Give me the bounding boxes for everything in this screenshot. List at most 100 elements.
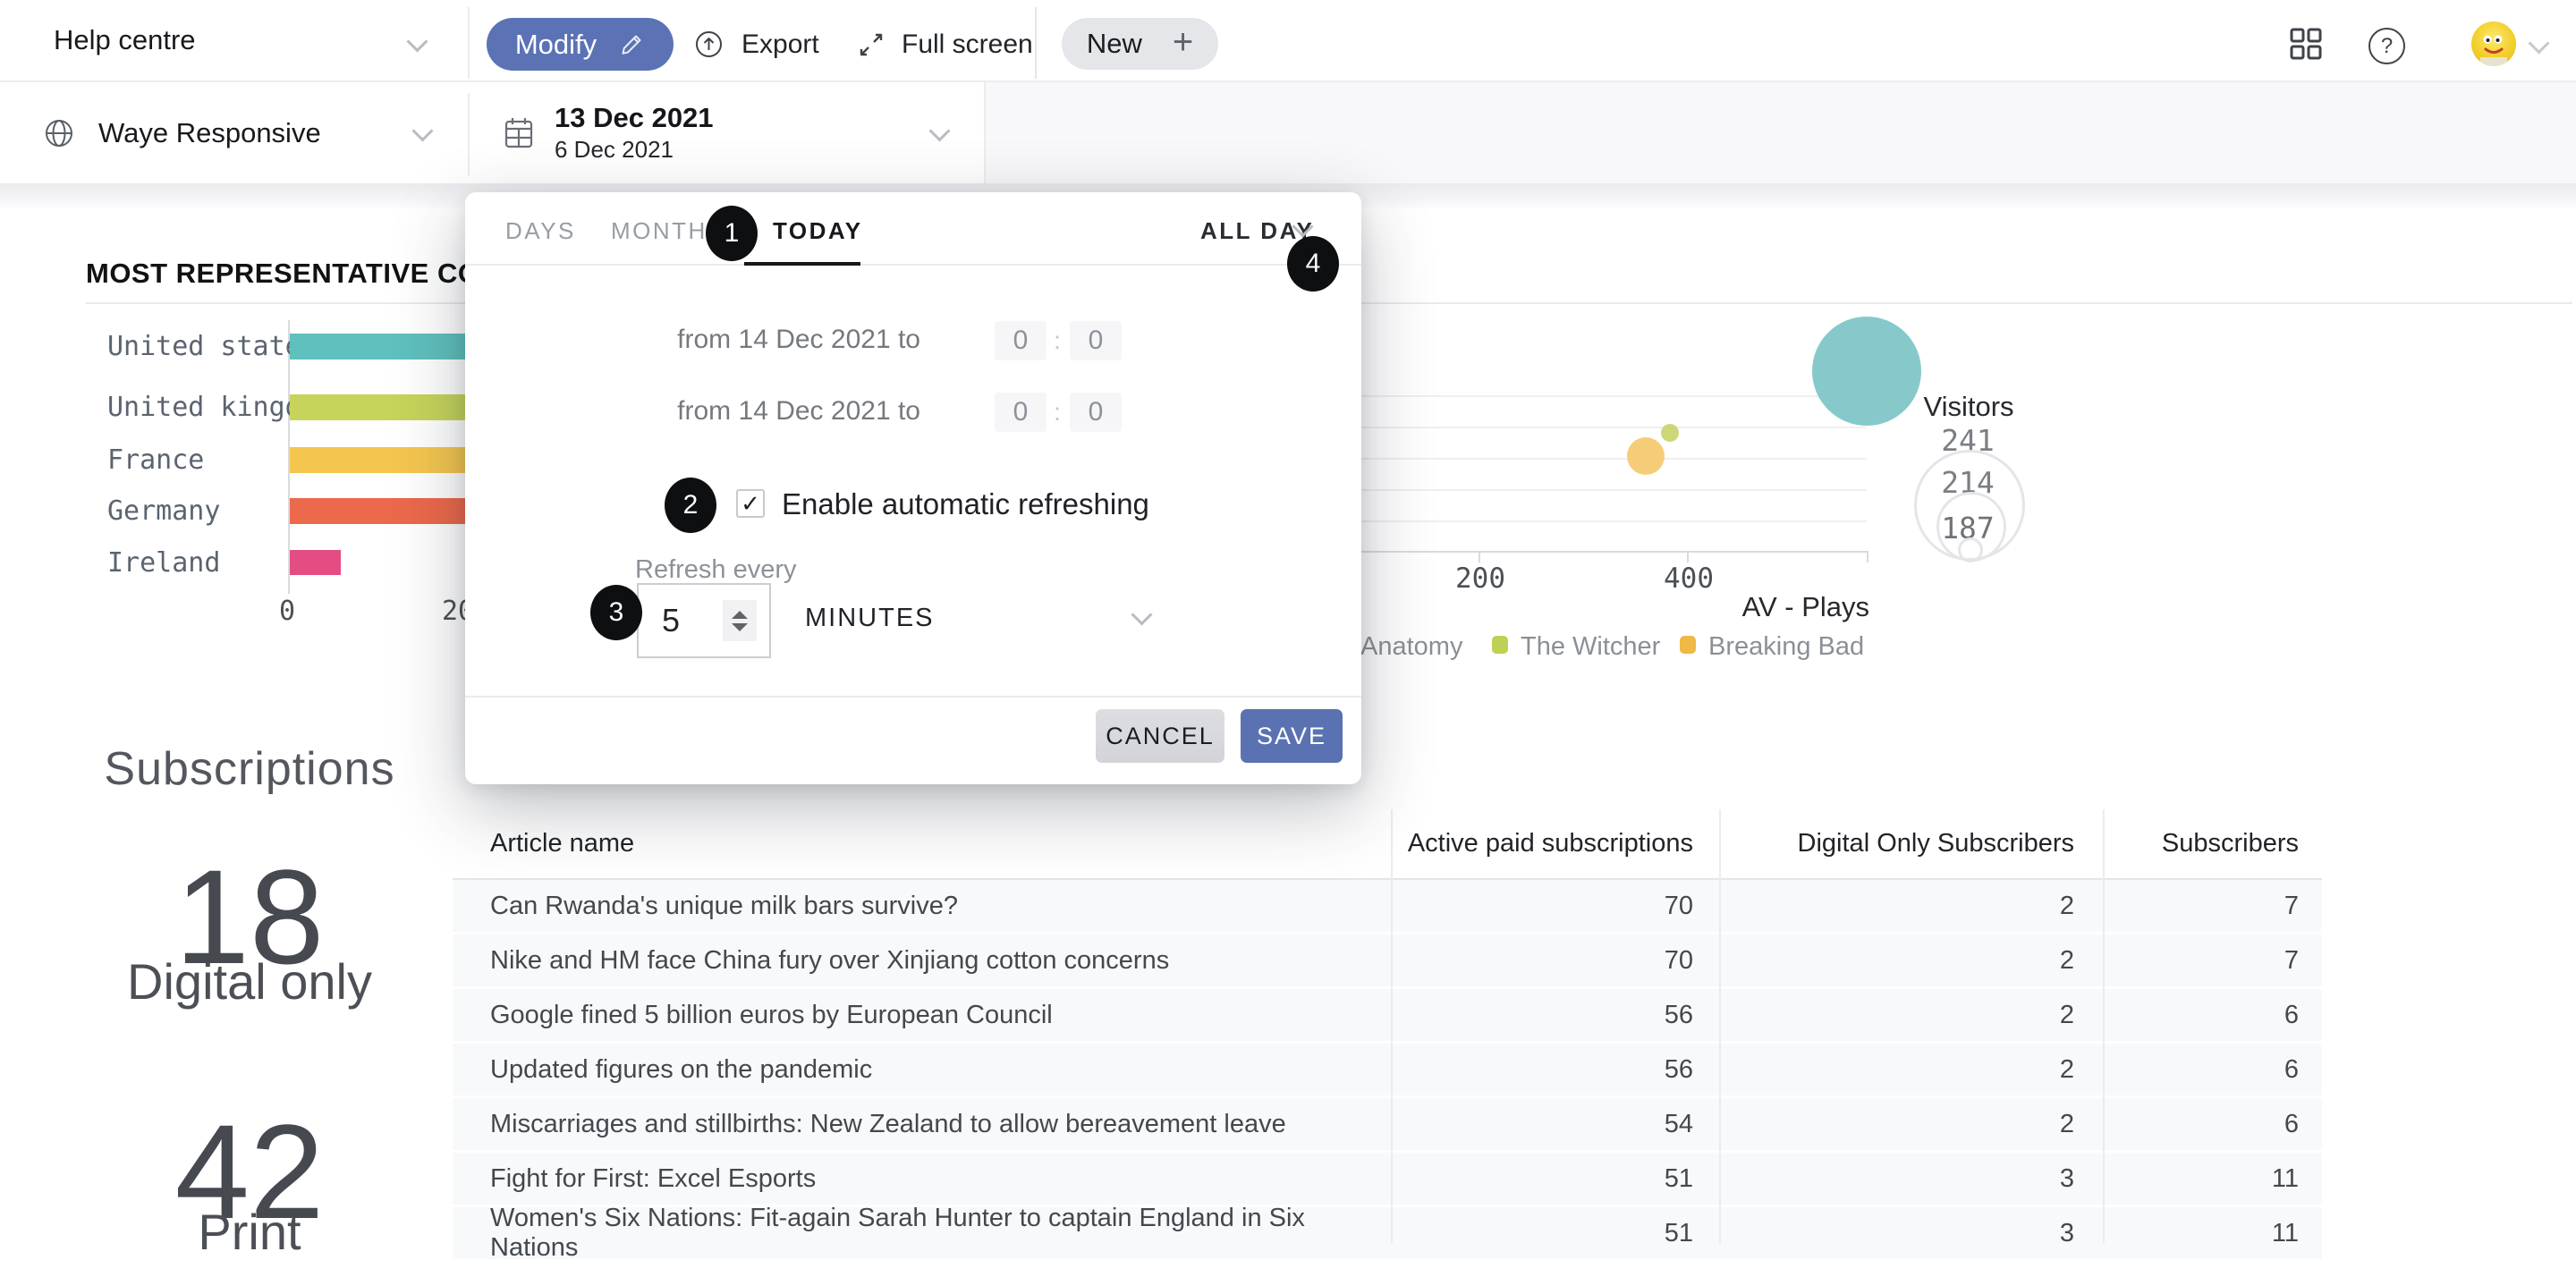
table-row[interactable]: Women's Six Nations: Fit-again Sarah Hun…: [453, 1207, 2322, 1262]
x-tick: 400: [1664, 562, 1714, 595]
legend-chip-breaking-bad: [1680, 636, 1696, 654]
active-paid-value: 54: [1391, 1110, 1727, 1139]
date-settings-dialog: DAYS MONTHS TODAY ALL DAY from 14 Dec 20…: [465, 192, 1361, 784]
auto-refresh-checkbox[interactable]: ✓: [736, 489, 765, 518]
column-divider: [1391, 809, 1393, 1243]
digital-only-value: 2: [1727, 1055, 2112, 1085]
x-axis-tick-mark: [1867, 553, 1868, 562]
col-header-subscribers[interactable]: Subscribers: [2112, 829, 2322, 858]
time-range-row: from 14 Dec 2021 to: [670, 396, 920, 427]
size-legend-ring-small: [1958, 537, 1983, 562]
save-button[interactable]: SAVE: [1241, 709, 1343, 763]
tab-today[interactable]: TODAY: [773, 217, 863, 245]
x-tick: 200: [1455, 562, 1505, 595]
step-badge-2: 2: [665, 478, 716, 533]
col-header-article-name[interactable]: Article name: [453, 829, 1391, 858]
table-row[interactable]: Google fined 5 billion euros by European…: [453, 989, 2322, 1044]
active-paid-value: 56: [1391, 1001, 1727, 1030]
step-badge-3: 3: [590, 585, 642, 640]
table-row[interactable]: Nike and HM face China fury over Xinjian…: [453, 934, 2322, 989]
time-colon: :: [1048, 398, 1066, 427]
minute-field[interactable]: 0: [1070, 321, 1122, 360]
tabs-divider: [465, 264, 1361, 266]
auto-refresh-label[interactable]: Enable automatic refreshing: [782, 487, 1149, 521]
stepper-down-icon[interactable]: [732, 623, 748, 631]
subscriptions-widget: Subscriptions 18 Digital only 42 Print: [26, 733, 473, 1270]
gridline: [1297, 520, 1867, 522]
column-divider: [1719, 809, 1721, 1243]
gridline: [1297, 458, 1867, 460]
hour-field[interactable]: 0: [995, 393, 1046, 432]
column-divider: [2103, 809, 2105, 1243]
subscribers-value: 7: [2112, 892, 2322, 921]
x-axis-tick-mark: [1687, 553, 1689, 562]
table-row[interactable]: Can Rwanda's unique milk bars survive? 7…: [453, 880, 2322, 934]
hour-value: 0: [1013, 397, 1029, 427]
step-badge-4: 4: [1287, 236, 1339, 292]
x-axis-line: [1297, 551, 1868, 553]
article-name: Can Rwanda's unique milk bars survive?: [453, 892, 1391, 921]
article-name: Nike and HM face China fury over Xinjian…: [453, 946, 1391, 976]
unit-label: MINUTES: [805, 604, 935, 632]
dashboard-root: Help centre Modify Export Full screen Ne…: [0, 0, 2576, 1277]
stepper[interactable]: [723, 600, 757, 641]
subscriptions-title: Subscriptions: [26, 742, 473, 796]
digital-only-value: 3: [1727, 1219, 2112, 1248]
hour-field[interactable]: 0: [995, 321, 1046, 360]
time-colon: :: [1048, 326, 1066, 355]
digital-only-value: 2: [1727, 946, 2112, 976]
article-name: Google fined 5 billion euros by European…: [453, 1001, 1391, 1030]
bubble-the-witcher[interactable]: [1661, 424, 1679, 442]
time-range-label: from 14 Dec 2021 to: [677, 396, 920, 426]
cancel-button[interactable]: CANCEL: [1096, 709, 1224, 763]
digital-only-value: 3: [1727, 1164, 2112, 1194]
x-axis-label: AV - Plays: [1601, 591, 1869, 623]
unit-chevron-icon[interactable]: [1131, 604, 1152, 625]
digital-only-value: 2: [1727, 892, 2112, 921]
active-paid-value: 70: [1391, 946, 1727, 976]
unit-select[interactable]: MINUTES: [805, 604, 935, 633]
active-paid-value: 56: [1391, 1055, 1727, 1085]
subscribers-value: 11: [2112, 1219, 2322, 1248]
minute-value: 0: [1089, 397, 1104, 427]
article-name: Miscarriages and stillbirths: New Zealan…: [453, 1110, 1391, 1139]
article-name: Updated figures on the pandemic: [453, 1055, 1391, 1085]
minute-field[interactable]: 0: [1070, 393, 1122, 432]
active-paid-value: 51: [1391, 1219, 1727, 1248]
size-legend-title: Visitors: [1879, 391, 2058, 423]
table-row[interactable]: Fight for First: Excel Esports 51 3 11: [453, 1153, 2322, 1207]
gridline: [1297, 427, 1867, 428]
articles-table: Article name Active paid subscriptions D…: [453, 809, 2322, 1243]
time-range-label: from 14 Dec 2021 to: [677, 325, 920, 354]
active-tab-underline: [744, 262, 860, 266]
hour-value: 0: [1013, 326, 1029, 356]
legend-label-anatomy[interactable]: Anatomy: [1360, 632, 1462, 662]
check-icon: ✓: [741, 492, 760, 515]
step-badge-1: 1: [706, 206, 758, 261]
digital-only-value: 2: [1727, 1001, 2112, 1030]
x-axis-tick-mark: [1479, 553, 1480, 562]
gridline: [1297, 395, 1867, 397]
minute-value: 0: [1089, 326, 1104, 356]
article-name: Women's Six Nations: Fit-again Sarah Hun…: [453, 1204, 1391, 1263]
digital-only-label: Digital only: [26, 952, 473, 1011]
subscribers-value: 6: [2112, 1110, 2322, 1139]
tab-days[interactable]: DAYS: [505, 217, 576, 245]
table-row[interactable]: Updated figures on the pandemic 56 2 6: [453, 1044, 2322, 1098]
subscribers-value: 7: [2112, 946, 2322, 976]
refresh-every-label: Refresh every: [635, 555, 797, 585]
table-row[interactable]: Miscarriages and stillbirths: New Zealan…: [453, 1098, 2322, 1153]
col-header-active-paid[interactable]: Active paid subscriptions: [1391, 829, 1727, 858]
bubble-breaking-bad[interactable]: [1627, 437, 1665, 475]
print-label: Print: [26, 1203, 473, 1261]
gridline: [1297, 489, 1867, 491]
subscribers-value: 11: [2112, 1164, 2322, 1194]
col-header-digital-only[interactable]: Digital Only Subscribers: [1727, 829, 2112, 858]
table-header-row: Article name Active paid subscriptions D…: [453, 809, 2322, 880]
legend-label-breaking-bad[interactable]: Breaking Bad: [1708, 632, 1864, 662]
refresh-interval-box: [637, 583, 771, 658]
refresh-interval-input[interactable]: [639, 601, 723, 640]
stepper-up-icon[interactable]: [732, 611, 748, 619]
legend-label-the-witcher[interactable]: The Witcher: [1521, 632, 1660, 662]
active-paid-value: 70: [1391, 892, 1727, 921]
